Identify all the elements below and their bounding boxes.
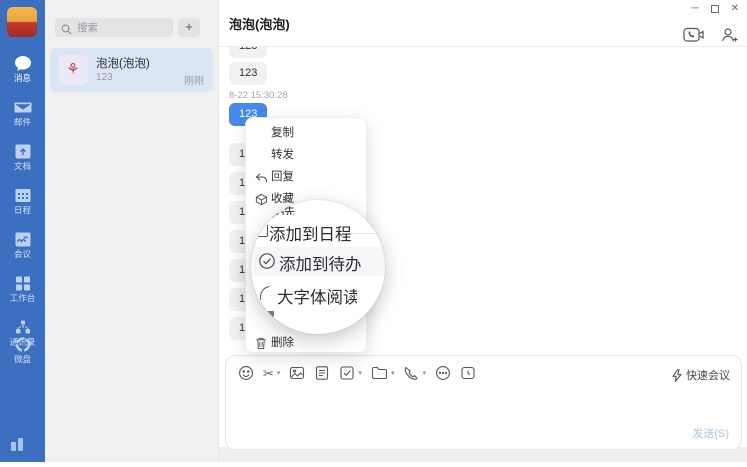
mail-icon [13,98,33,117]
chat-title: 泡泡(泡泡) [229,14,290,33]
add-member-button[interactable] [720,27,739,48]
sidebar-item-drive[interactable]: 微盘 [0,333,45,377]
meeting-icon [13,230,33,249]
sidebar-item-workbench[interactable]: 工作台 [0,272,45,316]
sidebar-label: 微盘 [0,355,45,364]
calendar-fragment-icon [257,225,268,237]
composer-toolbar: ✂ ▾ ▾ ▾ ▾ [238,365,476,381]
caret-down-icon: ▾ [358,369,362,377]
sidebar-label: 会议 [0,250,45,259]
search-placeholder: 搜索 [77,20,98,35]
scissors-icon: ✂ [263,366,274,381]
menu-item-large-font-read[interactable]: 大字体阅读 [277,284,357,308]
maximize-button[interactable] [705,0,725,17]
caret-down-icon: ▾ [422,369,426,377]
sidebar-item-messages[interactable]: 消息 [0,52,45,96]
search-input[interactable]: 搜索 [55,18,173,37]
more-button[interactable] [435,365,451,381]
sidebar-label: 日程 [0,206,45,215]
caret-down-icon: ▾ [277,369,281,377]
maximize-icon [711,5,719,13]
message-timestamp: 8-22 15:30:28 [229,90,288,101]
window-controls: ─ ✕ [685,0,745,17]
minimize-button[interactable]: ─ [685,0,705,17]
menu-item-add-to-schedule[interactable]: 添加到日程 [269,221,351,244]
drive-disc-icon [13,335,33,354]
flash-icon [672,369,682,382]
quick-meeting-button[interactable]: 快速会议 [672,367,730,383]
video-call-button[interactable] [683,27,705,48]
history-button[interactable] [460,365,476,381]
sidebar-item-meeting[interactable]: 会议 [0,228,45,272]
magnified-multiselect-partial: 多选 [265,202,295,215]
conversation-time: 刚刚 [184,72,204,87]
sidebar-item-mail[interactable]: 邮件 [0,96,45,140]
conversation-title: 泡泡(泡泡) [96,55,150,71]
chat-header: 泡泡(泡泡) ─ ✕ [219,0,747,47]
menu-item-reply[interactable]: 回复 [246,166,366,188]
chat-panel: 泡泡(泡泡) ─ ✕ 123 123 8-22 15:30:28 123 123… [218,0,747,462]
message-bubble[interactable]: 123 [229,62,267,85]
call-button[interactable]: ▾ [403,365,426,381]
reply-icon [255,170,268,183]
close-button[interactable]: ✕ [725,0,745,17]
trash-icon [255,336,268,349]
emoji-button[interactable] [238,365,254,381]
conversation-item[interactable]: ⚘ 泡泡(泡泡) 123 刚刚 [50,48,213,92]
screenshot-button[interactable]: ✂ ▾ [263,366,280,381]
sidebar-label: 工作台 [0,294,45,303]
search-icon [61,22,72,33]
caret-down-icon: ▾ [391,369,395,377]
magnifier-lens: 多选 添加到日程 添加到待办 大字体阅读 [251,200,385,334]
conversation-avatar: ⚘ [58,55,88,85]
new-chat-button[interactable]: + [178,18,200,37]
menu-separator [347,233,383,234]
todo-check-icon [258,252,276,275]
sidebar: 消息 邮件 文档 日程 会议 [0,0,45,462]
calendar-icon [13,186,33,205]
sidebar-item-schedule[interactable]: 日程 [0,184,45,228]
screenshot-margin [0,462,747,467]
document-upload-icon [13,142,33,161]
composer-panel: ✂ ▾ ▾ ▾ ▾ [225,355,742,450]
sidebar-label: 文档 [0,162,45,171]
image-button[interactable] [289,365,305,381]
chat-bubble-icon [13,54,33,73]
folder-button[interactable]: ▾ [371,365,395,381]
sidebar-label: 消息 [0,74,45,83]
grid-icon [13,274,33,293]
conversation-preview: 123 [96,72,113,83]
todo-button[interactable]: ▾ [339,365,362,381]
message-input[interactable] [238,388,729,426]
send-button[interactable]: 发送(S) [692,425,729,441]
file-button[interactable] [314,365,330,381]
message-bubble[interactable]: 123 [229,47,267,58]
sidebar-label: 邮件 [0,118,45,127]
menu-item-add-to-todo[interactable]: 添加到待办 [279,251,362,275]
menu-item-copy[interactable]: 复制 [246,122,366,144]
icon-fragment [267,311,274,317]
sidebar-item-docs[interactable]: 文档 [0,140,45,184]
large-font-read-icon [258,286,272,300]
flower-icon: ⚘ [66,61,79,78]
user-avatar[interactable] [7,7,37,37]
bar-chart-icon[interactable] [7,434,29,454]
menu-item-delete[interactable]: 删除 [246,332,366,354]
conversation-list-panel: 搜索 + ⚘ 泡泡(泡泡) 123 刚刚 [45,0,218,462]
menu-item-forward[interactable]: 转发 [246,144,366,166]
app-window: 消息 邮件 文档 日程 会议 [0,0,747,467]
